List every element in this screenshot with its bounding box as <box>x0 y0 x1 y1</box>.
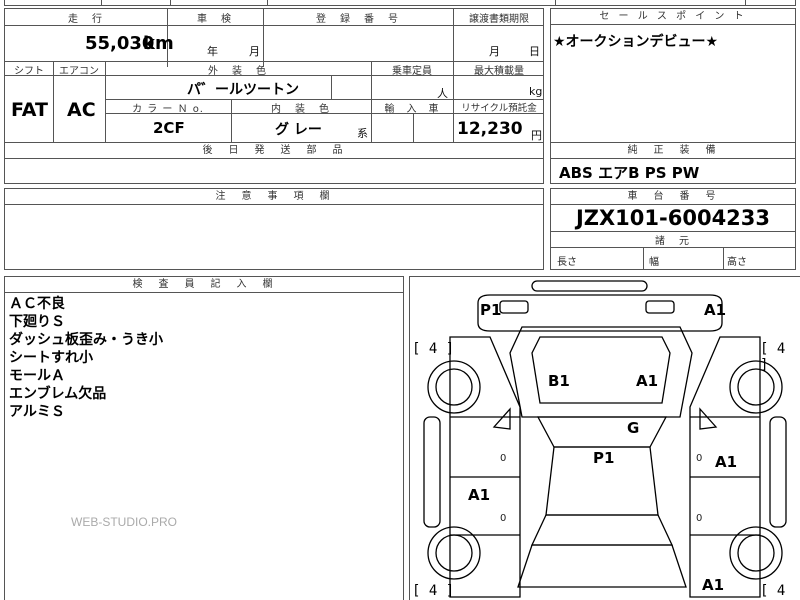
inspector-lines: ＡＣ不良 下廻りＳ ダッシュ板歪み・うき小 シートすれ小 モールＡ エンブレム欠… <box>9 295 163 421</box>
inspector-label: 検 査 員 記 入 欄 <box>5 277 403 293</box>
equipment-section: 純 正 装 備 ABS エアB PS PW <box>550 142 796 184</box>
width-label: 幅 <box>649 257 659 268</box>
aircon-value: AC <box>67 99 96 121</box>
parts-section: 後 日 発 送 部 品 <box>4 142 544 184</box>
damage-mark: P1 <box>593 449 615 467</box>
interior-suffix: 系 <box>357 127 368 140</box>
transfer-day: 日 <box>529 45 540 58</box>
car-diagram: P1 A1 B1 A1 G P1 A1 A1 A1 [ 4 ] [ 4 ] [ … <box>409 276 800 600</box>
sales-point-text: ★オークションデビュー★ <box>553 34 719 50</box>
tire-front-right: [ 4 ] <box>760 341 786 373</box>
zero-mark: 0 <box>696 453 703 464</box>
inspector-section: 検 査 員 記 入 欄 ＡＣ不良 下廻りＳ ダッシュ板歪み・うき小 シートすれ小… <box>4 276 404 600</box>
zero-mark: 0 <box>500 513 507 524</box>
notes-label: 注 意 事 項 欄 <box>5 189 543 205</box>
sales-point-section: セ ー ル ス ポ イ ン ト ★オークションデビュー★ <box>550 8 796 143</box>
mileage-unit: km <box>143 33 174 54</box>
recycle-label: リサイクル預託金 <box>461 103 537 114</box>
remark-line: 下廻りＳ <box>9 314 65 330</box>
vehicle-info-table: 走 行 車 検 登 録 番 号 譲渡書類期限 55,030 km 年 月 月 日… <box>4 8 544 143</box>
notes-section: 注 意 事 項 欄 <box>4 188 544 270</box>
zero-mark: 0 <box>696 513 703 524</box>
dims-label: 諸 元 <box>655 236 691 247</box>
recycle-unit: 円 <box>531 129 542 142</box>
equipment-value: ABS エアB PS PW <box>559 164 700 182</box>
mileage-label: 走 行 <box>68 14 104 25</box>
damage-mark: A1 <box>636 372 659 390</box>
damage-mark: A1 <box>715 453 738 471</box>
remark-line: ダッシュ板歪み・うき小 <box>9 332 163 348</box>
recycle-value: 12,230 <box>457 119 523 139</box>
transfer-label: 譲渡書類期限 <box>469 14 529 25</box>
damage-mark: A1 <box>704 301 727 319</box>
car-outline <box>423 280 787 598</box>
capacity-label: 乗車定員 <box>392 66 432 77</box>
remark-line: シートすれ小 <box>9 350 93 366</box>
maxload-label: 最大積載量 <box>474 66 524 77</box>
exterior-value: パ゛ールツートン <box>187 82 299 98</box>
inspection-month: 月 <box>249 45 260 58</box>
registration-label: 登 録 番 号 <box>316 14 400 25</box>
tire-rear-right: [ 4 ] <box>760 583 786 600</box>
height-label: 高さ <box>727 257 747 268</box>
damage-mark: P1 <box>480 301 502 319</box>
transfer-month: 月 <box>489 45 500 58</box>
top-strip <box>4 0 796 6</box>
length-label: 長さ <box>557 257 577 268</box>
import-label: 輸 入 車 <box>384 104 440 115</box>
remark-line: モールＡ <box>9 368 65 384</box>
damage-mark: A1 <box>468 486 491 504</box>
remark-line: エンブレム欠品 <box>9 386 107 402</box>
chassis-value: JZX101-6004233 <box>575 206 771 230</box>
aircon-label: エアコン <box>59 66 99 77</box>
tire-rear-left: [ 4 ] <box>412 583 455 599</box>
parts-label: 後 日 発 送 部 品 <box>5 143 543 159</box>
zero-mark: 0 <box>500 453 507 464</box>
chassis-section: 車 台 番 号 JZX101-6004233 諸 元 長さ 幅 高さ <box>550 188 796 270</box>
maxload-unit: kg <box>529 85 543 98</box>
damage-mark: G <box>627 419 640 437</box>
chassis-label: 車 台 番 号 <box>551 189 795 205</box>
interior-value: グ レー <box>275 122 322 138</box>
color-no-label: カ ラ ー Ｎ o. <box>132 104 204 115</box>
remark-line: アルミＳ <box>9 404 65 420</box>
shift-value: FAT <box>11 99 48 121</box>
inspection-label: 車 検 <box>197 14 233 25</box>
interior-label: 内 装 色 <box>271 104 331 115</box>
equipment-label: 純 正 装 備 <box>551 143 795 159</box>
watermark: WEB-STUDIO.PRO <box>71 515 178 529</box>
damage-mark: B1 <box>548 372 570 390</box>
tire-front-left: [ 4 ] <box>412 341 455 357</box>
shift-label: シフト <box>14 66 44 77</box>
color-no-value: 2CF <box>153 119 185 137</box>
sales-point-label: セ ー ル ス ポ イ ン ト <box>551 9 795 25</box>
damage-mark: A1 <box>702 576 725 594</box>
inspection-year: 年 <box>207 45 218 58</box>
remark-line: ＡＣ不良 <box>9 296 65 312</box>
